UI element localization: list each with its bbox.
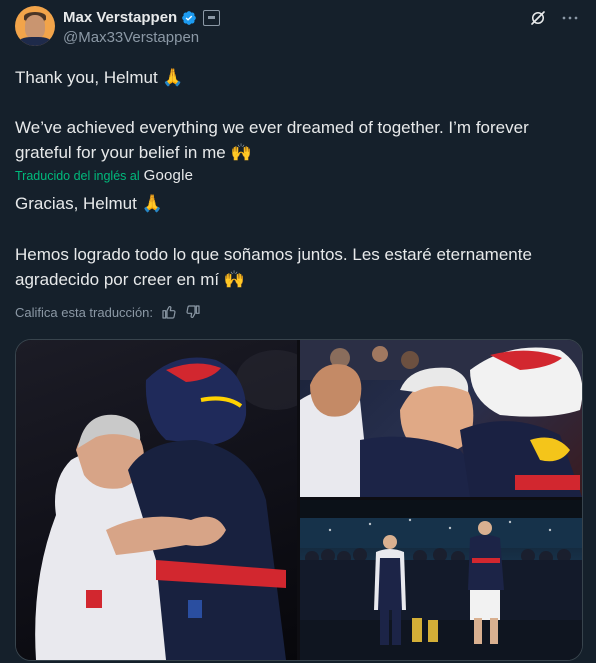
- tweet-text-line: We’ve achieved everything we ever dreame…: [15, 118, 529, 137]
- media-photo-1[interactable]: [16, 340, 297, 660]
- affiliate-badge-icon[interactable]: [203, 9, 221, 26]
- media-grid: [15, 339, 583, 661]
- rate-translation-label: Califica esta traducción:: [15, 304, 154, 320]
- author-handle[interactable]: @Max33Verstappen: [63, 29, 199, 46]
- translation-attribution: Traducido del inglés al Google: [15, 167, 193, 184]
- google-logo: Google: [143, 167, 194, 184]
- rate-translation: Califica esta traducción:: [15, 304, 201, 320]
- tweet: Max Verstappen @Max33Verstappen Thank yo…: [0, 0, 596, 663]
- translated-label: Traducido del inglés al: [15, 168, 140, 183]
- verified-badge-icon[interactable]: [181, 10, 197, 26]
- tweet-text-line: Thank you, Helmut 🙏: [15, 68, 184, 87]
- thumbs-up-icon[interactable]: [161, 304, 177, 320]
- media-photo-2[interactable]: [300, 340, 582, 497]
- grok-icon[interactable]: [529, 9, 547, 27]
- more-icon[interactable]: [561, 9, 579, 27]
- tweet-text-line: grateful for your belief in me 🙌: [15, 143, 252, 162]
- author-name[interactable]: Max Verstappen: [63, 9, 177, 26]
- thumbs-down-icon[interactable]: [185, 304, 201, 320]
- translated-text-line: agradecido por creer en mí 🙌: [15, 270, 245, 289]
- tweet-actions-top: [529, 9, 579, 27]
- media-photo-3[interactable]: [300, 500, 582, 660]
- author-name-row: Max Verstappen: [63, 9, 221, 26]
- avatar[interactable]: [15, 6, 55, 46]
- translated-text-line: Gracias, Helmut 🙏: [15, 194, 163, 213]
- translated-text-line: Hemos logrado todo lo que soñamos juntos…: [15, 245, 532, 264]
